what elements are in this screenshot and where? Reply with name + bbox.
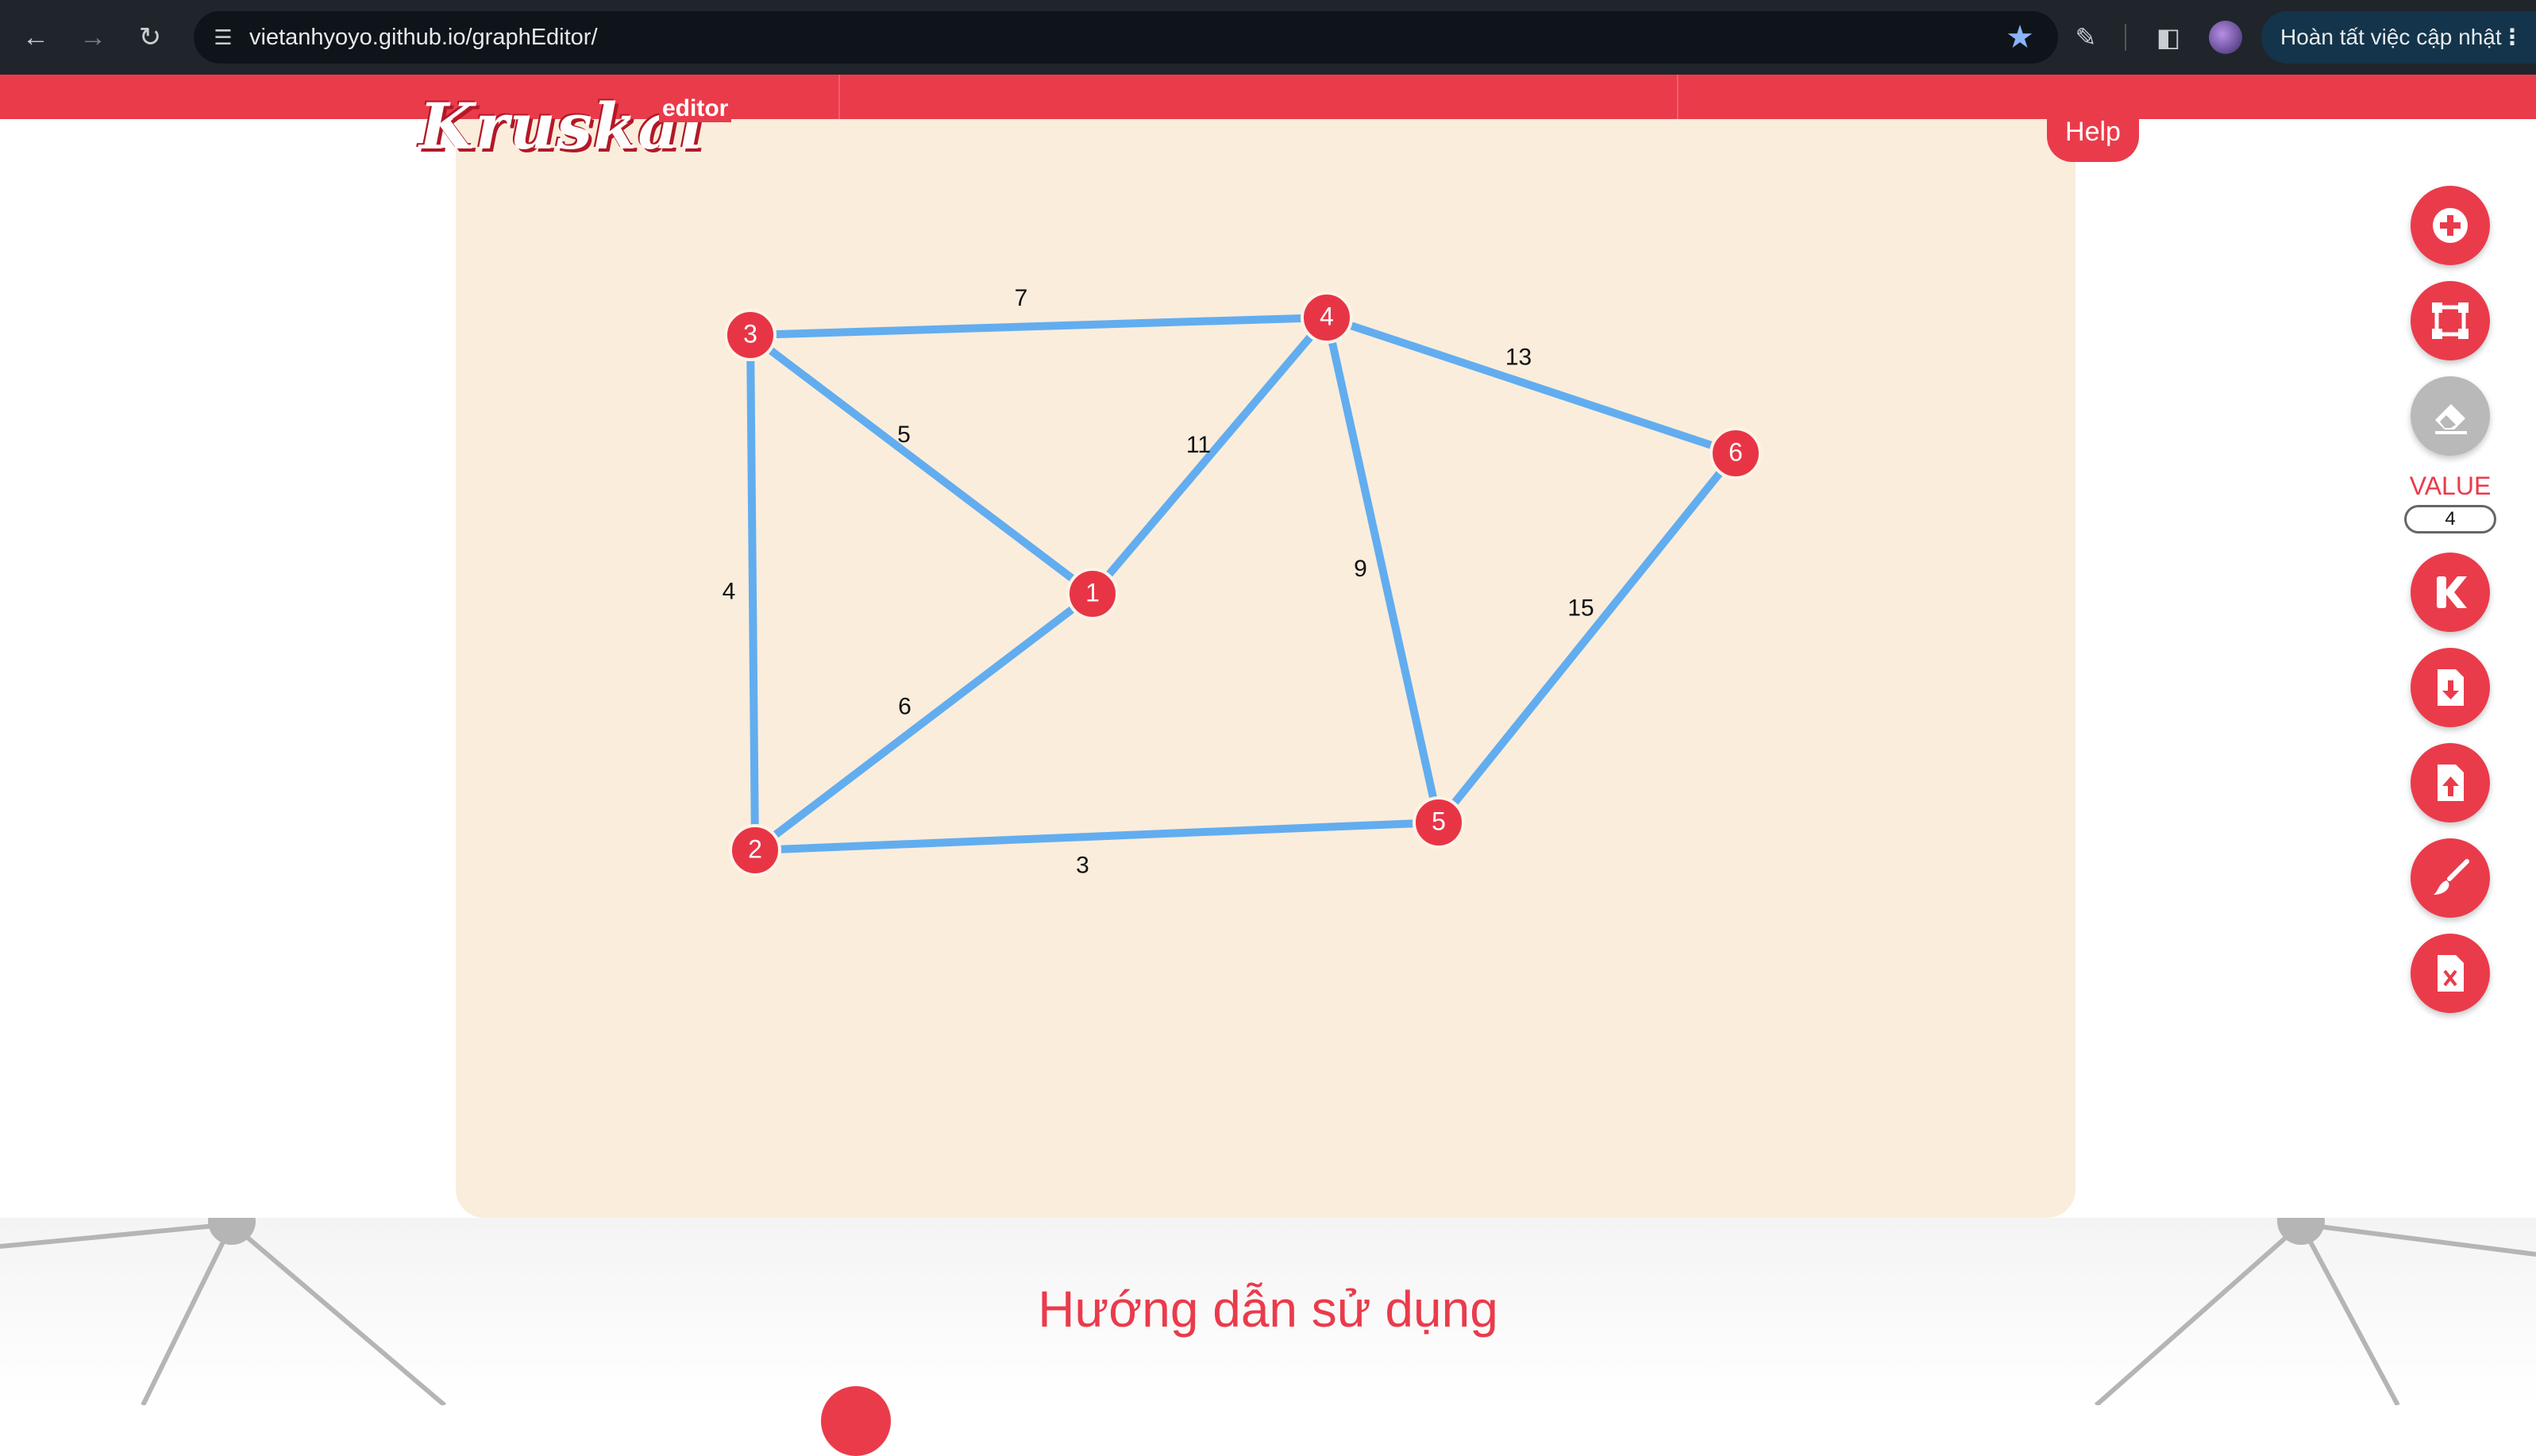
graph-edge-4-6[interactable]	[1323, 314, 1740, 457]
add-node-button[interactable]	[2411, 186, 2490, 265]
kruskal-button[interactable]	[2411, 553, 2490, 632]
node-label: 4	[1320, 302, 1334, 330]
edge-weight-label: 5	[897, 422, 911, 448]
vector-square-icon	[2432, 302, 2469, 339]
file-download-icon	[2438, 669, 2464, 706]
add-edge-button[interactable]	[2411, 281, 2490, 360]
upload-button[interactable]	[2411, 743, 2490, 822]
graph-node-3[interactable]: 3	[724, 309, 777, 361]
node-label: 1	[1085, 578, 1100, 607]
graph-edge-3-2[interactable]	[746, 331, 759, 854]
edge-weight-label: 4	[723, 578, 736, 604]
k-letter-icon	[2437, 576, 2467, 608]
edge-weight-label: 6	[898, 693, 911, 719]
edge-weight-label: 15	[1567, 595, 1594, 621]
edge-weight-label: 7	[1015, 285, 1028, 311]
graph-edge-2-5[interactable]	[751, 819, 1443, 854]
edge-value-input[interactable]: 4	[2404, 505, 2496, 533]
decorative-circle	[821, 1386, 891, 1456]
download-button[interactable]	[2411, 648, 2490, 727]
eraser-icon	[2435, 404, 2467, 434]
node-label: 5	[1432, 807, 1446, 835]
graph-svg[interactable]: 7 5 4 11 6 13 9 15 3 1 2 3 4 5 6	[0, 0, 2536, 1405]
section-title: Hướng dẫn sử dụng	[1038, 1281, 1498, 1338]
graph-edge-3-1[interactable]	[746, 331, 1096, 598]
edge-weight-label: 3	[1076, 852, 1089, 878]
graph-node-6[interactable]: 6	[1709, 427, 1762, 480]
eraser-button[interactable]	[2411, 376, 2490, 456]
graph-edge-4-5[interactable]	[1323, 314, 1443, 826]
node-label: 6	[1729, 437, 1743, 466]
help-button[interactable]: Help	[2047, 111, 2139, 162]
clear-button[interactable]	[2411, 934, 2490, 1013]
plus-circle-icon	[2433, 208, 2468, 243]
brush-icon	[2434, 859, 2469, 895]
logo-subtitle: editor	[659, 95, 732, 122]
graph-node-5[interactable]: 5	[1413, 796, 1465, 849]
brush-button[interactable]	[2411, 838, 2490, 918]
edge-weight-label: 11	[1186, 432, 1211, 458]
value-label: VALUE	[2409, 472, 2492, 500]
edge-weight-label: 9	[1354, 556, 1367, 582]
graph-node-4[interactable]: 4	[1301, 291, 1353, 344]
edge-weight-label: 13	[1505, 344, 1532, 370]
graph-edge-3-4[interactable]	[746, 314, 1331, 339]
node-label: 2	[748, 834, 762, 863]
graph-edge-6-5[interactable]	[1435, 449, 1740, 826]
node-label: 3	[743, 319, 757, 348]
file-excel-icon	[2438, 955, 2464, 992]
graph-node-1[interactable]: 1	[1066, 568, 1119, 620]
file-upload-icon	[2438, 765, 2464, 801]
graph-edge-1-2[interactable]	[751, 590, 1096, 854]
graph-node-2[interactable]: 2	[729, 824, 781, 876]
